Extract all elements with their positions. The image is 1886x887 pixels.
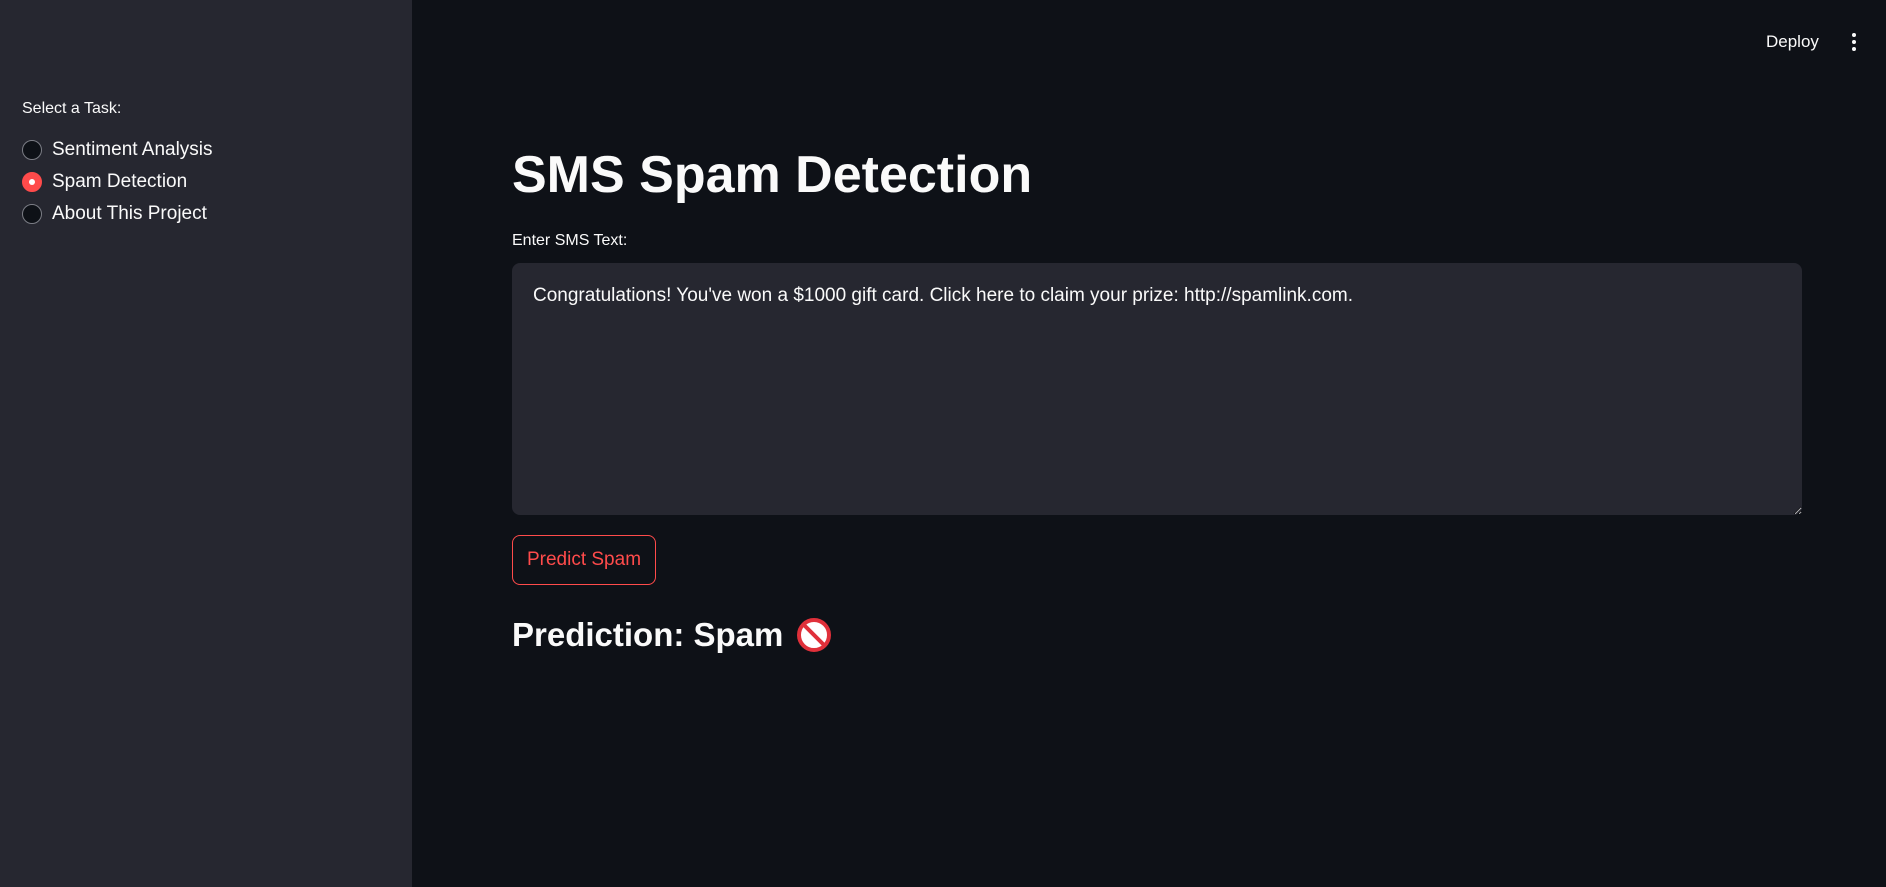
- prediction-result: Prediction: Spam: [512, 612, 832, 658]
- page-title: SMS Spam Detection: [512, 146, 1033, 204]
- prediction-text: Prediction: Spam: [512, 616, 784, 653]
- radio-option-sentiment-analysis[interactable]: Sentiment Analysis: [22, 134, 213, 166]
- radio-option-label: About This Project: [52, 203, 207, 224]
- sms-input-label: Enter SMS Text:: [512, 232, 628, 249]
- radio-option-label: Sentiment Analysis: [52, 139, 213, 160]
- task-radio-label: Select a Task:: [22, 100, 122, 117]
- app: Select a Task: Sentiment Analysis Spam D…: [0, 0, 1886, 887]
- deploy-button[interactable]: Deploy: [1756, 27, 1829, 57]
- radio-button-icon[interactable]: [22, 204, 42, 224]
- task-radio-group: Sentiment Analysis Spam Detection About …: [22, 134, 213, 230]
- radio-option-label: Spam Detection: [52, 171, 188, 192]
- no-entry-icon: [797, 618, 832, 652]
- radio-option-spam-detection[interactable]: Spam Detection: [22, 166, 213, 198]
- sidebar: Select a Task: Sentiment Analysis Spam D…: [0, 0, 412, 887]
- radio-button-checked-icon[interactable]: [22, 172, 42, 192]
- radio-option-about-this-project[interactable]: About This Project: [22, 198, 213, 230]
- sms-text-input[interactable]: [512, 263, 1802, 515]
- predict-spam-button[interactable]: Predict Spam: [512, 535, 656, 585]
- radio-button-icon[interactable]: [22, 140, 42, 160]
- vertical-ellipsis-icon[interactable]: [1841, 27, 1867, 57]
